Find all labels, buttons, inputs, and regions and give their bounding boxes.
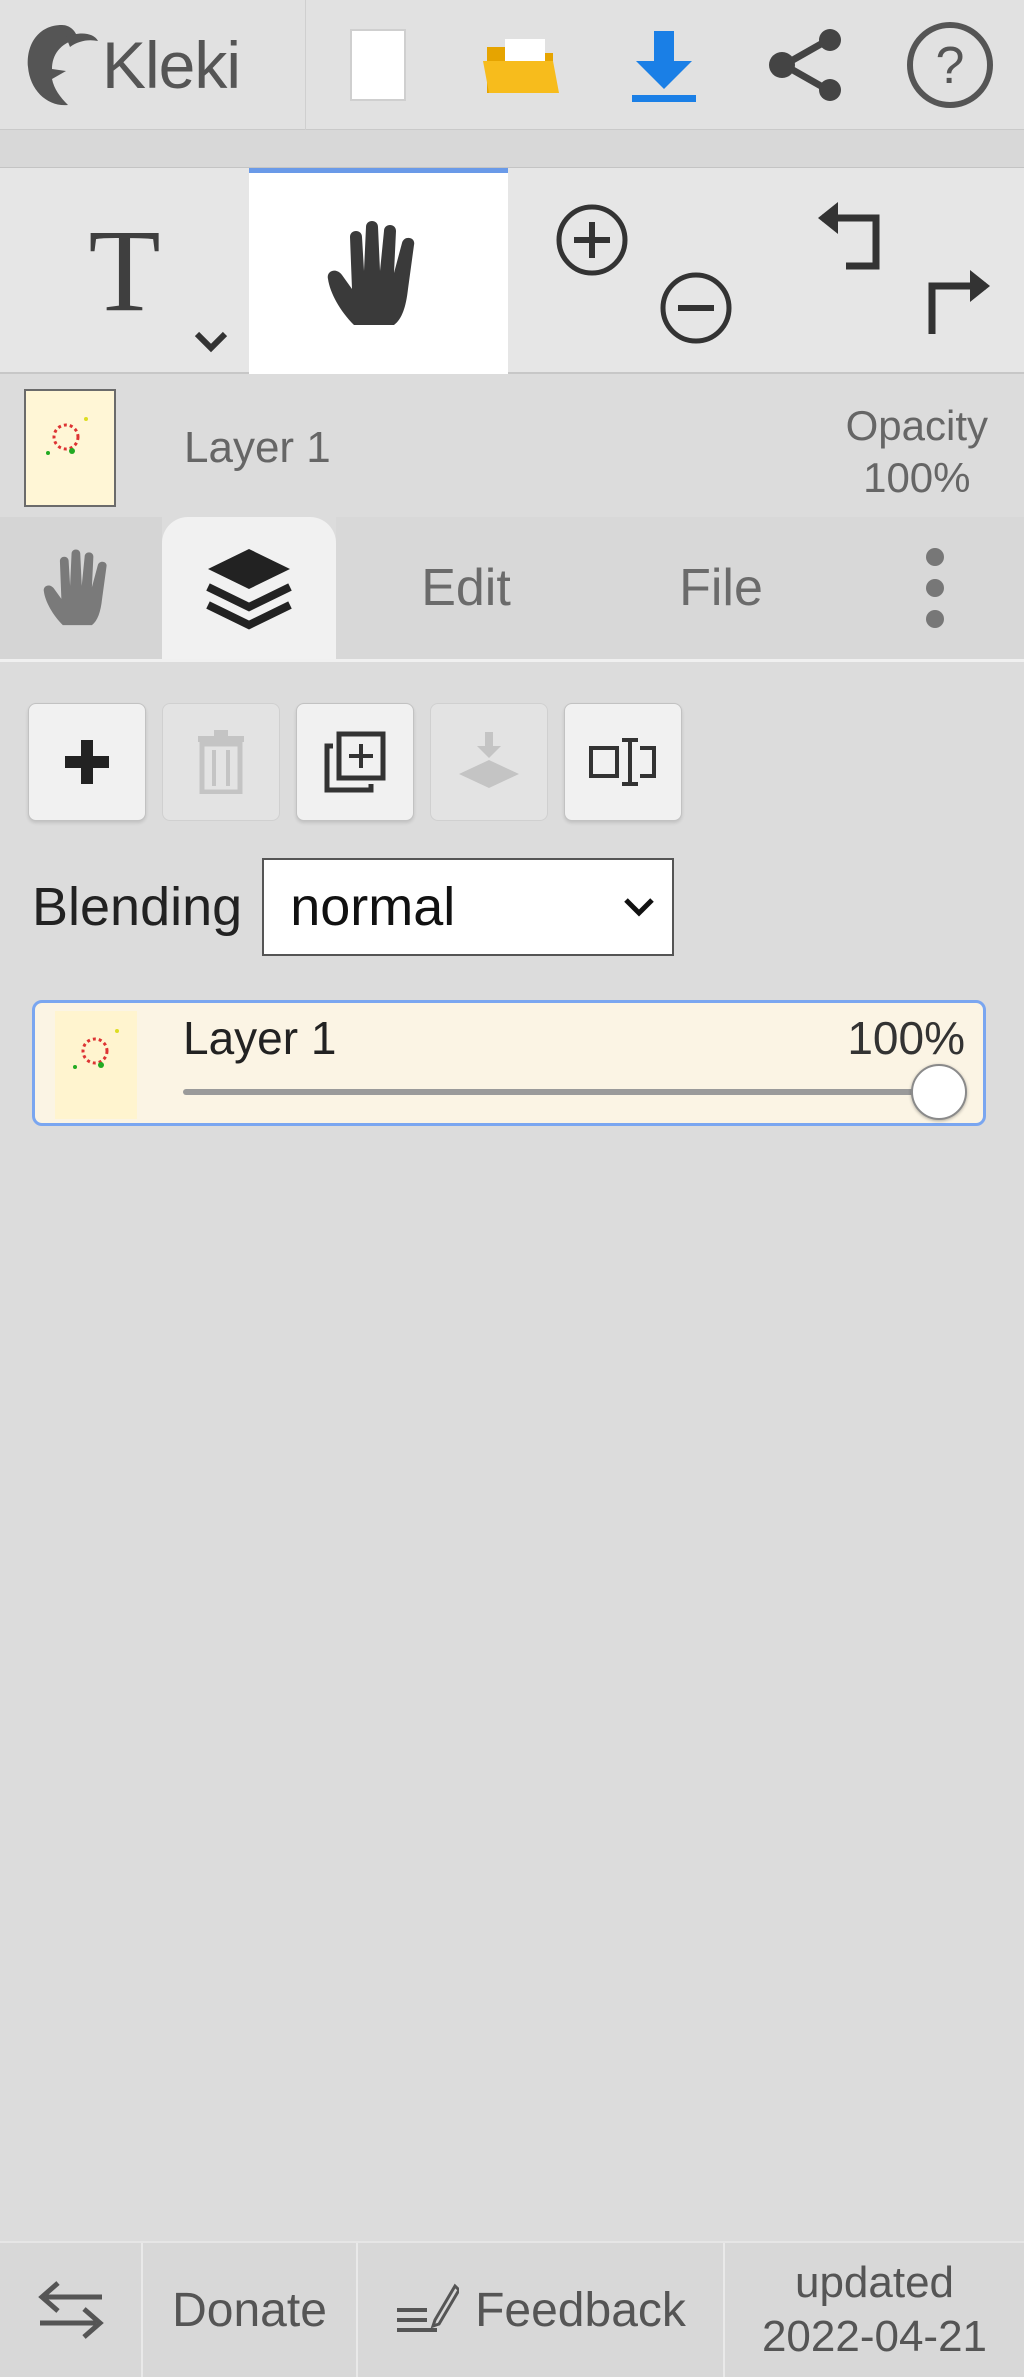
updated-label: updated bbox=[794, 2258, 955, 2307]
layer-item-thumbnail bbox=[55, 1011, 137, 1119]
donate-button[interactable]: Donate bbox=[143, 2243, 358, 2377]
text-tool-button[interactable]: T bbox=[0, 168, 249, 374]
rename-icon bbox=[589, 738, 656, 786]
help-icon: ? bbox=[906, 21, 993, 108]
zoom-in-icon[interactable] bbox=[554, 202, 630, 278]
open-file-button[interactable] bbox=[449, 0, 592, 130]
download-icon bbox=[631, 30, 696, 102]
merge-down-icon bbox=[459, 732, 519, 788]
new-file-icon bbox=[349, 28, 406, 101]
delete-layer-button[interactable] bbox=[162, 703, 280, 821]
tab-hand[interactable] bbox=[0, 517, 162, 659]
current-layer-bar[interactable]: Layer 1 Opacity 100% bbox=[0, 376, 1024, 520]
kleki-logo[interactable]: Kleki bbox=[0, 0, 306, 130]
tab-more[interactable] bbox=[846, 517, 1024, 659]
chevron-down-icon bbox=[624, 898, 654, 917]
hand-icon bbox=[327, 220, 414, 325]
blending-row: Blending normal bbox=[32, 858, 675, 956]
feedback-label: Feedback bbox=[475, 2283, 686, 2337]
layers-panel: Blending normal Layer 1 100% bbox=[0, 665, 1024, 2241]
app-name: Kleki bbox=[102, 27, 241, 102]
updated-date: 2022-04-21 bbox=[761, 2312, 988, 2361]
layer-list-item[interactable]: Layer 1 100% bbox=[32, 1000, 986, 1126]
blending-value: normal bbox=[290, 877, 456, 937]
current-layer-name: Layer 1 bbox=[184, 423, 331, 472]
history-controls bbox=[766, 168, 1024, 374]
blending-select[interactable]: normal bbox=[262, 858, 675, 956]
current-layer-opacity: Opacity 100% bbox=[846, 400, 988, 504]
kleki-logo-icon bbox=[27, 24, 98, 105]
tool-row: T bbox=[0, 168, 1024, 374]
add-layer-button[interactable] bbox=[28, 703, 146, 821]
undo-icon[interactable] bbox=[816, 200, 892, 272]
layer-thumbnail bbox=[24, 389, 116, 507]
zoom-out-icon[interactable] bbox=[658, 270, 734, 346]
opacity-value: 100% bbox=[863, 454, 971, 501]
plus-icon bbox=[65, 740, 109, 784]
duplicate-icon bbox=[324, 731, 386, 793]
download-button[interactable] bbox=[592, 0, 735, 130]
help-button[interactable]: ? bbox=[878, 0, 1021, 130]
swap-side-button[interactable] bbox=[0, 2243, 143, 2377]
trash-icon bbox=[198, 730, 244, 794]
footer: Donate Feedback updated 2022-04-21 bbox=[0, 2241, 1024, 2377]
redo-icon[interactable] bbox=[916, 268, 992, 340]
opacity-label: Opacity bbox=[845, 402, 988, 449]
zoom-controls bbox=[508, 168, 766, 374]
toolbar-separator bbox=[0, 130, 1024, 168]
layer-opacity-slider-track[interactable] bbox=[183, 1089, 953, 1095]
hand-tool-button[interactable] bbox=[249, 168, 508, 374]
share-icon bbox=[768, 28, 841, 101]
feedback-button[interactable]: Feedback bbox=[358, 2243, 725, 2377]
layer-item-name: Layer 1 bbox=[183, 1012, 337, 1064]
tab-file[interactable]: File bbox=[596, 517, 846, 659]
updated-info[interactable]: updated 2022-04-21 bbox=[725, 2243, 1024, 2377]
blending-label: Blending bbox=[32, 877, 243, 937]
panel-tabs: Edit File bbox=[0, 517, 1024, 662]
top-bar: Kleki ? bbox=[0, 0, 1024, 130]
hand-icon bbox=[43, 549, 107, 626]
open-folder-icon bbox=[482, 38, 559, 93]
more-vertical-icon bbox=[926, 548, 944, 628]
share-button[interactable] bbox=[735, 0, 878, 130]
rename-layer-button[interactable] bbox=[564, 703, 682, 821]
layers-icon bbox=[206, 549, 292, 630]
duplicate-layer-button[interactable] bbox=[296, 703, 414, 821]
chevron-down-icon[interactable] bbox=[191, 328, 231, 354]
layer-actions bbox=[28, 703, 682, 821]
text-tool-icon: T bbox=[88, 205, 161, 336]
layer-item-opacity: 100% bbox=[847, 1012, 965, 1064]
swap-arrows-icon bbox=[37, 2281, 104, 2339]
feedback-pen-icon bbox=[397, 2283, 460, 2332]
svg-text:?: ? bbox=[935, 37, 964, 95]
new-file-button[interactable] bbox=[306, 0, 449, 130]
layer-opacity-slider-handle[interactable] bbox=[911, 1064, 967, 1120]
merge-down-button[interactable] bbox=[430, 703, 548, 821]
tab-edit[interactable]: Edit bbox=[336, 517, 596, 659]
tab-layers[interactable] bbox=[162, 517, 336, 659]
